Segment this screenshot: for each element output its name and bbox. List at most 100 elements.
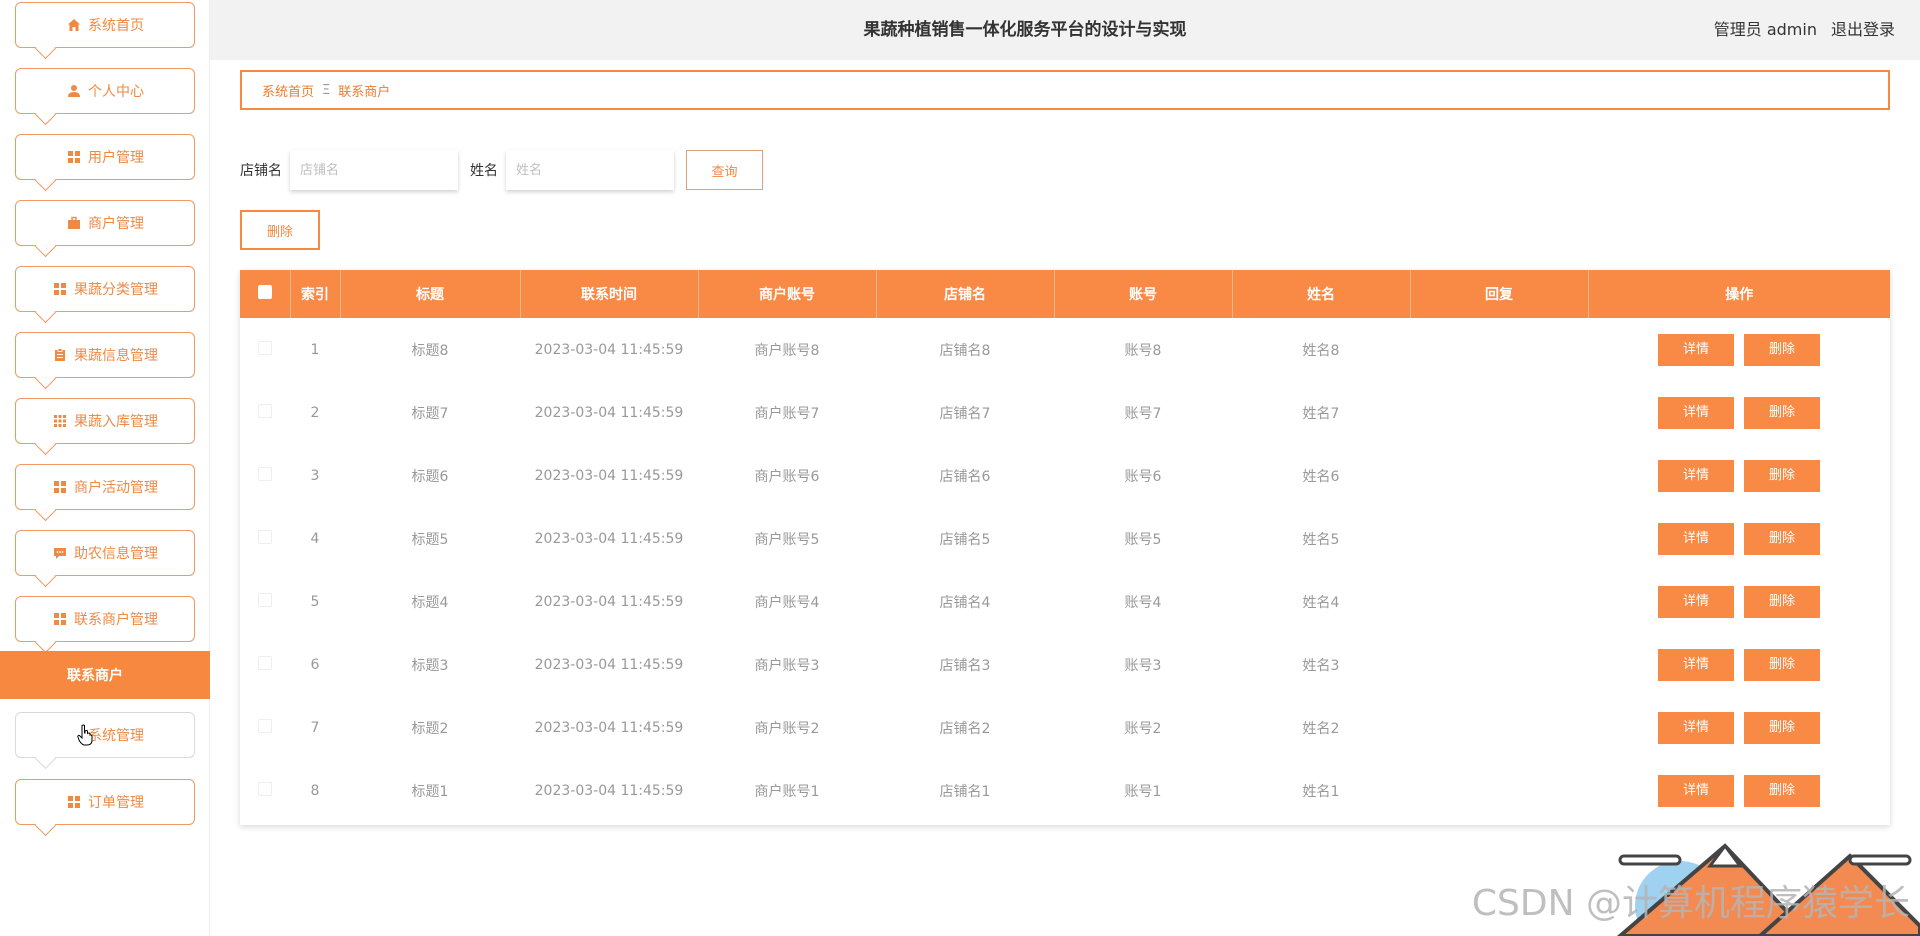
cell-title: 标题7 bbox=[411, 405, 449, 422]
cell-title: 标题5 bbox=[411, 531, 449, 548]
cell-reply bbox=[1410, 507, 1588, 570]
cell-name: 姓名4 bbox=[1302, 594, 1340, 611]
row-checkbox[interactable] bbox=[258, 781, 272, 796]
hand-cursor-icon bbox=[77, 724, 93, 746]
select-all-checkbox[interactable] bbox=[257, 285, 272, 299]
row-checkbox[interactable] bbox=[258, 403, 272, 418]
cell-reply bbox=[1410, 381, 1588, 444]
sidebar-item-contact-merchant[interactable]: 联系商户管理 bbox=[15, 596, 195, 642]
sidebar-item-orders[interactable]: 订单管理 bbox=[15, 779, 195, 825]
delete-button[interactable]: 删除 bbox=[1744, 711, 1820, 744]
cell-shop: 店铺名8 bbox=[939, 342, 991, 359]
row-checkbox[interactable] bbox=[258, 340, 272, 355]
watermark-text: CSDN @计算机程序猿学长 bbox=[1471, 883, 1910, 924]
row-checkbox[interactable] bbox=[258, 718, 272, 733]
cell-account: 账号6 bbox=[1124, 468, 1162, 485]
cell-index: 7 bbox=[310, 719, 320, 736]
query-button[interactable]: 查询 bbox=[686, 150, 763, 190]
sidebar-subitem-contact-merchant[interactable]: 联系商户 bbox=[0, 651, 210, 699]
sidebar-item-users[interactable]: 用户管理 bbox=[15, 134, 195, 180]
delete-button[interactable]: 删除 bbox=[1744, 459, 1820, 492]
cell-merchant: 商户账号8 bbox=[754, 342, 820, 359]
cell-merchant: 商户账号1 bbox=[754, 783, 820, 800]
row-select-cell bbox=[240, 633, 290, 696]
row-select-cell bbox=[240, 444, 290, 507]
cell-index: 1 bbox=[310, 341, 320, 358]
cell-index: 2 bbox=[310, 404, 320, 421]
sidebar-item-system[interactable]: 系统管理 bbox=[15, 712, 195, 758]
detail-button[interactable]: 详情 bbox=[1658, 648, 1734, 681]
column-header: 商户账号 bbox=[698, 270, 877, 318]
detail-button[interactable]: 详情 bbox=[1658, 585, 1734, 618]
detail-button[interactable]: 详情 bbox=[1658, 774, 1734, 807]
detail-button[interactable]: 详情 bbox=[1658, 522, 1734, 555]
page-title: 果蔬种植销售一体化服务平台的设计与实现 bbox=[863, 20, 1187, 40]
sidebar-item-categories[interactable]: 果蔬分类管理 bbox=[15, 266, 195, 312]
detail-button[interactable]: 详情 bbox=[1658, 333, 1734, 366]
delete-button[interactable]: 删除 bbox=[1744, 396, 1820, 429]
cell-shop: 店铺名7 bbox=[939, 405, 991, 422]
cell-reply bbox=[1410, 633, 1588, 696]
cell-index: 6 bbox=[310, 656, 320, 673]
sidebar-item-merchants[interactable]: 商户管理 bbox=[15, 200, 195, 246]
breadcrumb-home[interactable]: 系统首页 bbox=[262, 81, 314, 100]
sidebar-item-activities[interactable]: 商户活动管理 bbox=[15, 464, 195, 510]
search-bar: 店铺名 姓名 查询 bbox=[240, 150, 763, 190]
delete-button[interactable]: 删除 bbox=[1744, 648, 1820, 681]
cell-account: 账号1 bbox=[1124, 783, 1162, 800]
sidebar-item-label: 果蔬入库管理 bbox=[74, 414, 158, 430]
detail-button[interactable]: 详情 bbox=[1658, 396, 1734, 429]
table-row: 3 标题6 2023-03-04 11:45:59 商户账号6 店铺名6 账号6 姓名6 详情… bbox=[240, 444, 1890, 507]
cell-account: 账号2 bbox=[1124, 720, 1162, 737]
sidebar-item-stock-in[interactable]: 果蔬入库管理 bbox=[15, 398, 195, 444]
cell-reply bbox=[1410, 570, 1588, 633]
bulk-delete-button[interactable]: 删除 bbox=[240, 210, 320, 250]
cell-name: 姓名6 bbox=[1302, 468, 1340, 485]
detail-button[interactable]: 详情 bbox=[1658, 711, 1734, 744]
sidebar-item-home[interactable]: 系统首页 bbox=[15, 2, 195, 48]
row-select-cell bbox=[240, 570, 290, 633]
table-row: 6 标题3 2023-03-04 11:45:59 商户账号3 店铺名3 账号3 姓名3 详情… bbox=[240, 633, 1890, 696]
name-label: 姓名 bbox=[470, 163, 498, 179]
column-header: 操作 bbox=[1725, 287, 1754, 303]
row-checkbox[interactable] bbox=[258, 655, 272, 670]
cell-account: 账号4 bbox=[1124, 594, 1162, 611]
table-row: 5 标题4 2023-03-04 11:45:59 商户账号4 店铺名4 账号4 姓名4 详情… bbox=[240, 570, 1890, 633]
row-checkbox[interactable] bbox=[258, 592, 272, 607]
home-icon bbox=[66, 17, 82, 33]
row-select-cell bbox=[240, 759, 290, 822]
cell-actions: 详情 删除 bbox=[1588, 444, 1890, 507]
sidebar-item-label: 果蔬信息管理 bbox=[74, 348, 158, 364]
delete-button[interactable]: 删除 bbox=[1744, 522, 1820, 555]
delete-button[interactable]: 删除 bbox=[1744, 585, 1820, 618]
data-table: 索引 标题 联系时间 商户账号 店铺名 账号 姓名 回复 操作 1 标题8 2023… bbox=[240, 270, 1890, 825]
sidebar-item-farm-aid[interactable]: 助农信息管理 bbox=[15, 530, 195, 576]
row-select-cell bbox=[240, 696, 290, 759]
shop-name-input[interactable] bbox=[290, 150, 458, 190]
cell-name: 姓名2 bbox=[1302, 720, 1340, 737]
sidebar-item-label: 系统首页 bbox=[88, 18, 144, 34]
row-checkbox[interactable] bbox=[258, 529, 272, 544]
sidebar-item-profile[interactable]: 个人中心 bbox=[15, 68, 195, 114]
sidebar-item-produce-info[interactable]: 果蔬信息管理 bbox=[15, 332, 195, 378]
cell-time: 2023-03-04 11:45:59 bbox=[534, 719, 684, 736]
row-checkbox[interactable] bbox=[258, 466, 272, 481]
column-header: 姓名 bbox=[1232, 270, 1411, 318]
row-select-cell bbox=[240, 318, 290, 381]
table-row: 1 标题8 2023-03-04 11:45:59 商户账号8 店铺名8 账号8 姓名8 详情… bbox=[240, 318, 1890, 381]
cell-actions: 详情 删除 bbox=[1588, 633, 1890, 696]
delete-button[interactable]: 删除 bbox=[1744, 774, 1820, 807]
sidebar-item-label: 用户管理 bbox=[88, 150, 144, 166]
delete-button[interactable]: 删除 bbox=[1744, 333, 1820, 366]
cell-shop: 店铺名3 bbox=[939, 657, 991, 674]
sidebar-item-label: 助农信息管理 bbox=[74, 546, 158, 562]
cell-index: 4 bbox=[310, 530, 320, 547]
name-input[interactable] bbox=[506, 150, 674, 190]
logout-link[interactable]: 退出登录 bbox=[1831, 0, 1895, 60]
cell-time: 2023-03-04 11:45:59 bbox=[534, 341, 684, 358]
grid-icon bbox=[52, 611, 68, 627]
cell-title: 标题1 bbox=[411, 783, 449, 800]
sidebar-item-label: 订单管理 bbox=[88, 795, 144, 811]
detail-button[interactable]: 详情 bbox=[1658, 459, 1734, 492]
cell-actions: 详情 删除 bbox=[1588, 507, 1890, 570]
